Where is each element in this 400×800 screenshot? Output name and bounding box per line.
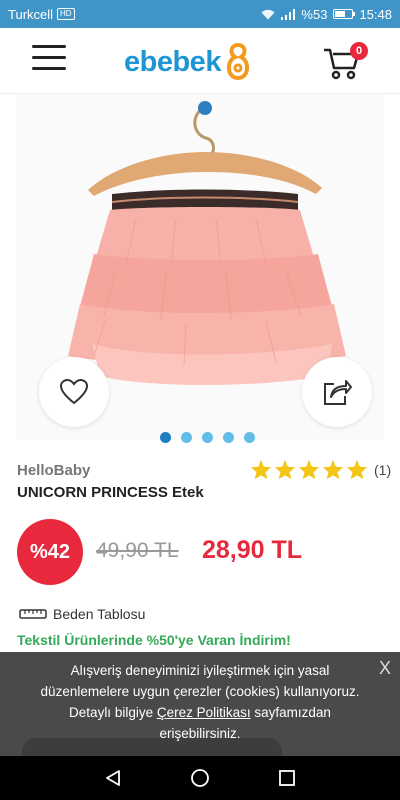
discount-badge: %42: [17, 519, 83, 585]
menu-icon[interactable]: [32, 45, 66, 73]
home-icon: [191, 769, 209, 787]
heart-icon: [60, 379, 88, 405]
pagination-dot[interactable]: [223, 432, 234, 443]
star-icon: [322, 459, 344, 480]
star-icon: [298, 459, 320, 480]
share-icon: [324, 380, 352, 405]
cart-button[interactable]: 0: [322, 42, 368, 82]
pagination-dot[interactable]: [181, 432, 192, 443]
back-icon: [106, 770, 120, 786]
carrier-info: Turkcell HD: [8, 7, 75, 22]
pagination-dot[interactable]: [244, 432, 255, 443]
battery-percent: %53: [301, 6, 328, 22]
back-button[interactable]: [104, 769, 122, 787]
ruler-icon: [19, 609, 47, 619]
promo-text[interactable]: Tekstil Ürünlerinde %50'ye Varan İndirim…: [17, 632, 291, 648]
screen: Turkcell HD %53 15:48 ebebek 0 HelloBaby…: [0, 0, 400, 800]
size-chart-label: Beden Tablosu: [53, 606, 146, 622]
star-icon: [274, 459, 296, 480]
cookie-banner: Alışveriş deneyiminizi iyileştirmek için…: [0, 652, 400, 756]
pagination-dot[interactable]: [202, 432, 213, 443]
battery-icon: [333, 9, 356, 19]
status-right: %53 15:48: [261, 7, 392, 22]
rating-count: (1): [374, 461, 392, 478]
home-button[interactable]: [190, 768, 210, 788]
cart-count-badge: 0: [350, 42, 368, 60]
product-rating[interactable]: (1): [250, 459, 391, 480]
app-header: ebebek 0: [0, 28, 400, 94]
star-icon: [346, 459, 368, 480]
status-bar: Turkcell HD %53 15:48: [0, 0, 400, 28]
hd-badge: HD: [57, 8, 75, 20]
product-brand[interactable]: HelloBaby: [17, 462, 90, 479]
cookie-close-button[interactable]: X: [379, 658, 391, 679]
size-chart-link[interactable]: Beden Tablosu: [19, 606, 145, 622]
carrier-name: Turkcell: [8, 6, 54, 22]
system-nav-bar: [0, 756, 400, 800]
old-price: 49,90 TL: [96, 539, 179, 562]
cookie-policy-link[interactable]: Çerez Politikası: [157, 705, 251, 720]
new-price: 28,90 TL: [202, 536, 303, 564]
star-icon: [250, 459, 272, 480]
logo-mark-icon: [226, 42, 249, 81]
recents-button[interactable]: [278, 769, 296, 787]
recents-icon: [279, 770, 295, 786]
pagination-dot[interactable]: [160, 432, 171, 443]
product-name: UNICORN PRINCESS Etek: [17, 484, 204, 501]
signal-icon: [281, 8, 296, 20]
logo[interactable]: ebebek: [124, 42, 253, 82]
clock: 15:48: [359, 6, 392, 22]
image-pagination: [160, 432, 255, 443]
logo-text: ebebek: [124, 45, 221, 78]
share-button[interactable]: [302, 357, 372, 427]
wifi-icon: [261, 9, 275, 19]
favorite-button[interactable]: [39, 357, 109, 427]
